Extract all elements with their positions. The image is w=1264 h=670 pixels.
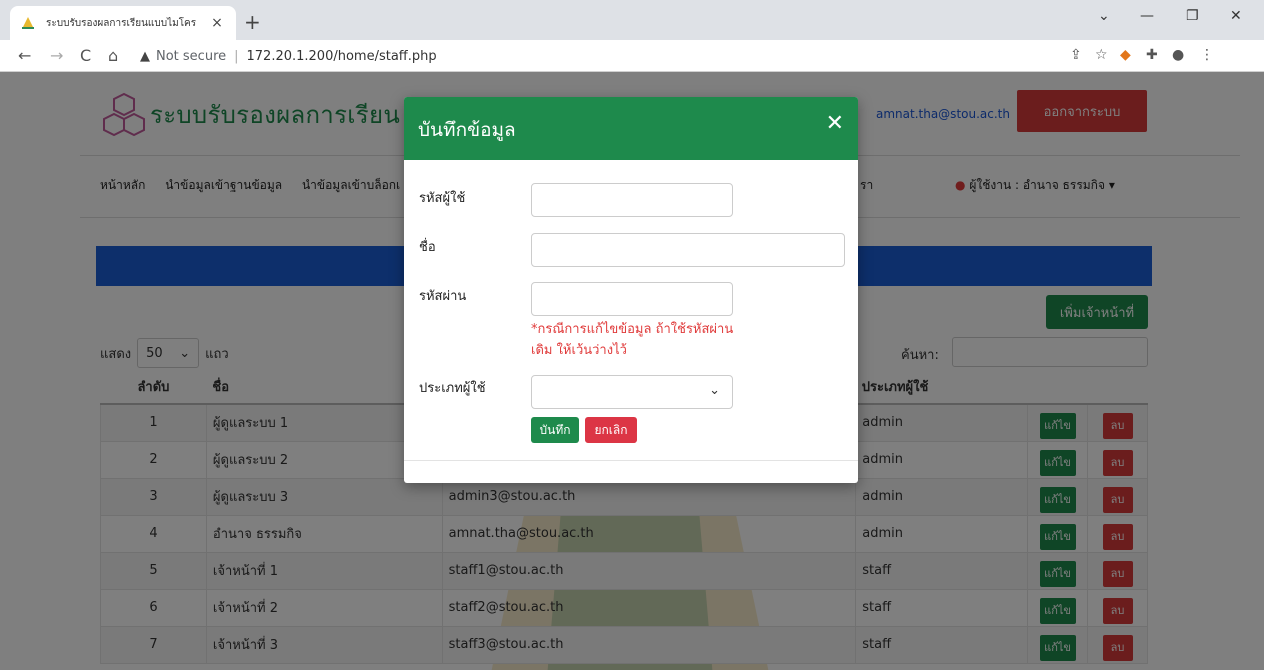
extensions-puzzle-icon[interactable]: ✚: [1146, 47, 1158, 63]
tab-close-icon[interactable]: ×: [208, 15, 226, 31]
url-text: 172.20.1.200/home/staff.php: [246, 48, 437, 64]
warning-icon: ▲: [140, 48, 150, 64]
minimize-button[interactable]: —: [1140, 8, 1154, 24]
restore-button[interactable]: ❐: [1186, 8, 1199, 24]
reload-icon[interactable]: C: [80, 46, 91, 65]
password-label: รหัสผ่าน: [419, 289, 467, 304]
address-bar[interactable]: ▲ Not secure | 172.20.1.200/home/staff.p…: [140, 44, 1250, 68]
chevron-down-icon: ⌄: [709, 383, 720, 398]
tab-title: ระบบรับรองผลการเรียนแบบไมโคร: [46, 17, 197, 29]
modal-header: บันทึกข้อมูล ✕: [404, 97, 858, 160]
home-icon[interactable]: ⌂: [108, 46, 118, 65]
address-separator: |: [234, 48, 239, 64]
back-icon[interactable]: ←: [18, 46, 31, 65]
close-window-button[interactable]: ✕: [1230, 8, 1242, 24]
modal-footer: [404, 460, 858, 461]
user-id-label: รหัสผู้ใช้: [419, 191, 466, 206]
name-input[interactable]: [531, 233, 845, 267]
tab-search-icon[interactable]: ⌄: [1098, 8, 1110, 24]
browser-toolbar: ← → C ⌂ ▲ Not secure | 172.20.1.200/home…: [0, 40, 1264, 72]
bookmark-star-icon[interactable]: ☆: [1095, 47, 1108, 63]
save-button[interactable]: บันทึก: [531, 417, 579, 443]
browser-menu-icon[interactable]: ⋮: [1200, 47, 1214, 63]
browser-tab[interactable]: ระบบรับรองผลการเรียนแบบไมโคร ×: [10, 6, 236, 40]
browser-tab-strip: ระบบรับรองผลการเรียนแบบไมโคร × + ⌄ — ❐ ✕: [0, 0, 1264, 40]
cancel-button[interactable]: ยกเลิก: [585, 417, 637, 443]
security-label: Not secure: [156, 48, 227, 64]
user-type-select[interactable]: ⌄: [531, 375, 733, 409]
close-icon[interactable]: ✕: [826, 113, 844, 135]
profile-avatar-icon[interactable]: ●: [1172, 47, 1184, 63]
user-id-input[interactable]: [531, 183, 733, 217]
password-hint: *กรณีการแก้ไขข้อมูล ถ้าใช้รหัสผ่านเดิม ใ…: [531, 322, 734, 358]
new-tab-button[interactable]: +: [244, 10, 261, 34]
save-data-modal: บันทึกข้อมูล ✕ รหัสผู้ใช้ ชื่อ รหัสผ่าน …: [404, 97, 858, 483]
user-type-label: ประเภทผู้ใช้: [419, 381, 486, 396]
name-label: ชื่อ: [419, 240, 436, 255]
password-input[interactable]: [531, 282, 733, 316]
share-icon[interactable]: ⇪: [1070, 47, 1082, 63]
site-favicon-icon: [22, 17, 34, 29]
forward-icon[interactable]: →: [50, 46, 63, 65]
modal-title: บันทึกข้อมูล: [418, 119, 516, 141]
metamask-extension-icon[interactable]: ◆: [1120, 47, 1131, 63]
